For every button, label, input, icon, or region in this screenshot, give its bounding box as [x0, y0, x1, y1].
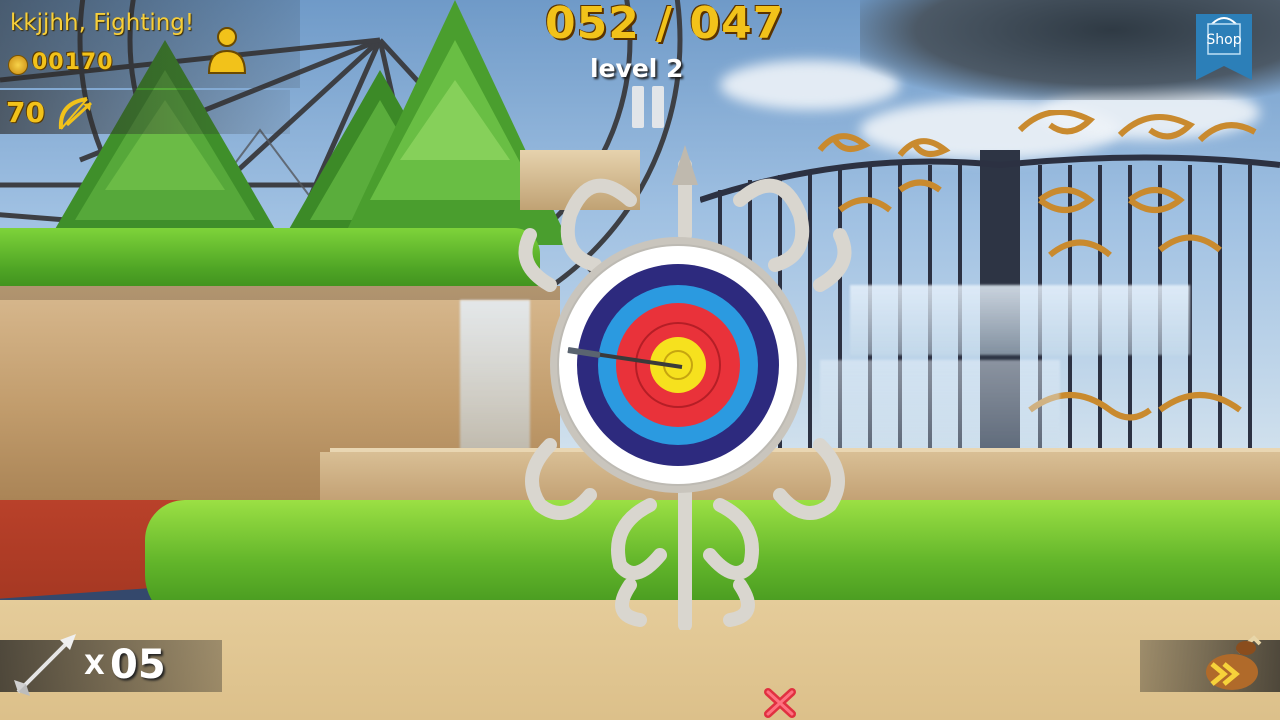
- coin-count: 00170: [32, 50, 114, 75]
- level-label: level 2: [590, 54, 684, 83]
- water-spray: [850, 285, 1190, 355]
- arrows-remaining: 05: [110, 642, 166, 688]
- bow-icon[interactable]: [55, 95, 95, 133]
- shop-label: Shop: [1206, 32, 1242, 48]
- pause-bar: [652, 86, 664, 128]
- shop-button[interactable]: Shop: [1196, 14, 1252, 80]
- arrow-icon: [14, 634, 76, 696]
- arrows-multiplier: X: [84, 650, 105, 681]
- avatar-icon[interactable]: [205, 25, 249, 75]
- target-finial: [672, 145, 698, 185]
- coin-icon: [8, 55, 28, 75]
- wall-shadow: [0, 286, 560, 300]
- pause-icon[interactable]: [628, 86, 668, 130]
- archery-target[interactable]: [510, 145, 860, 630]
- red-x-icon: [764, 688, 796, 718]
- score-display: 052 / 047: [545, 0, 785, 49]
- bow-power-value: 70: [6, 96, 45, 129]
- pause-bar: [632, 86, 644, 128]
- quiver-icon[interactable]: [1198, 634, 1264, 694]
- player-name: kkjjhh, Fighting!: [10, 10, 195, 36]
